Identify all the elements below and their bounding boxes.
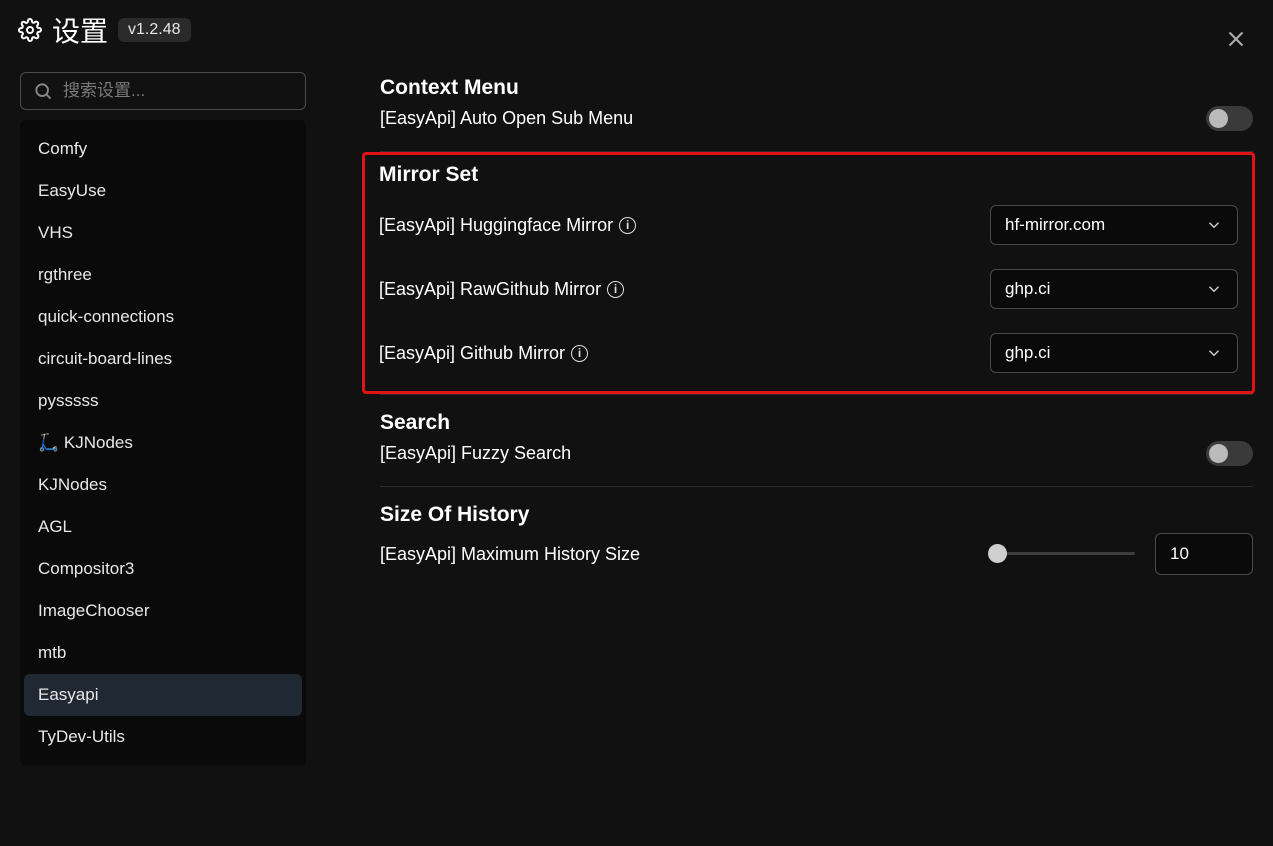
sidebar-item-tydev-utils[interactable]: TyDev-Utils [24, 716, 302, 758]
slider-thumb[interactable] [988, 544, 1007, 563]
sidebar-item-pysssss[interactable]: pysssss [24, 380, 302, 422]
fuzzy-search-label: [EasyApi] Fuzzy Search [380, 443, 571, 464]
fuzzy-search-toggle[interactable] [1206, 441, 1253, 466]
rawgithub-mirror-label: [EasyApi] RawGithub Mirror i [379, 279, 624, 300]
search-input[interactable] [63, 81, 293, 101]
section-history: Size Of History [EasyApi] Maximum Histor… [380, 487, 1253, 595]
chevron-down-icon [1205, 216, 1223, 234]
section-title-history: Size Of History [380, 503, 1253, 527]
sidebar-item-rgthree[interactable]: rgthree [24, 254, 302, 296]
max-history-slider[interactable] [993, 552, 1135, 556]
info-icon[interactable]: i [607, 281, 624, 298]
rawgithub-mirror-select[interactable]: ghp.ci [990, 269, 1238, 309]
sidebar-item-easyuse[interactable]: EasyUse [24, 170, 302, 212]
github-mirror-value: ghp.ci [1005, 343, 1050, 363]
github-mirror-select[interactable]: ghp.ci [990, 333, 1238, 373]
sidebar-item-compositor3[interactable]: Compositor3 [24, 548, 302, 590]
sidebar-item-circuit-board-lines[interactable]: circuit-board-lines [24, 338, 302, 380]
chevron-down-icon [1205, 344, 1223, 362]
max-history-label: [EasyApi] Maximum History Size [380, 544, 640, 565]
version-badge: v1.2.48 [118, 18, 190, 42]
github-mirror-label: [EasyApi] Github Mirror i [379, 343, 588, 364]
sidebar-item-kjnodes-emoji[interactable]: 🛴 KJNodes [24, 422, 302, 464]
auto-open-toggle[interactable] [1206, 106, 1253, 131]
section-context-menu: Context Menu [EasyApi] Auto Open Sub Men… [380, 60, 1253, 152]
sidebar: Comfy EasyUse VHS rgthree quick-connecti… [20, 60, 306, 766]
page-title: 设置 [52, 10, 108, 50]
sidebar-item-quick-connections[interactable]: quick-connections [24, 296, 302, 338]
chevron-down-icon [1205, 280, 1223, 298]
section-title-context: Context Menu [380, 76, 1253, 100]
rawgithub-mirror-value: ghp.ci [1005, 279, 1050, 299]
sidebar-item-easyapi[interactable]: Easyapi [24, 674, 302, 716]
rawgithub-mirror-label-text: [EasyApi] RawGithub Mirror [379, 279, 601, 300]
hf-mirror-label: [EasyApi] Huggingface Mirror i [379, 215, 636, 236]
sidebar-item-kjnodes[interactable]: KJNodes [24, 464, 302, 506]
info-icon[interactable]: i [619, 217, 636, 234]
gear-icon [18, 18, 42, 42]
section-title-mirror: Mirror Set [379, 163, 1238, 187]
sidebar-item-imagechooser[interactable]: ImageChooser [24, 590, 302, 632]
github-mirror-label-text: [EasyApi] Github Mirror [379, 343, 565, 364]
hf-mirror-value: hf-mirror.com [1005, 215, 1105, 235]
search-icon [33, 81, 53, 101]
auto-open-label: [EasyApi] Auto Open Sub Menu [380, 108, 633, 129]
section-search: Search [EasyApi] Fuzzy Search [380, 395, 1253, 487]
sidebar-item-mtb[interactable]: mtb [24, 632, 302, 674]
hf-mirror-select[interactable]: hf-mirror.com [990, 205, 1238, 245]
sidebar-list: Comfy EasyUse VHS rgthree quick-connecti… [20, 120, 306, 766]
hf-mirror-label-text: [EasyApi] Huggingface Mirror [379, 215, 613, 236]
sidebar-item-comfy[interactable]: Comfy [24, 128, 302, 170]
section-mirror-set: Mirror Set [EasyApi] Huggingface Mirror … [380, 152, 1253, 395]
close-icon[interactable] [1223, 26, 1249, 52]
sidebar-item-agl[interactable]: AGL [24, 506, 302, 548]
section-title-search: Search [380, 411, 1253, 435]
max-history-input[interactable] [1155, 533, 1253, 575]
search-box[interactable] [20, 72, 306, 110]
sidebar-item-vhs[interactable]: VHS [24, 212, 302, 254]
settings-header: 设置 v1.2.48 [0, 0, 1273, 60]
main-content: Context Menu [EasyApi] Auto Open Sub Men… [306, 60, 1259, 766]
info-icon[interactable]: i [571, 345, 588, 362]
